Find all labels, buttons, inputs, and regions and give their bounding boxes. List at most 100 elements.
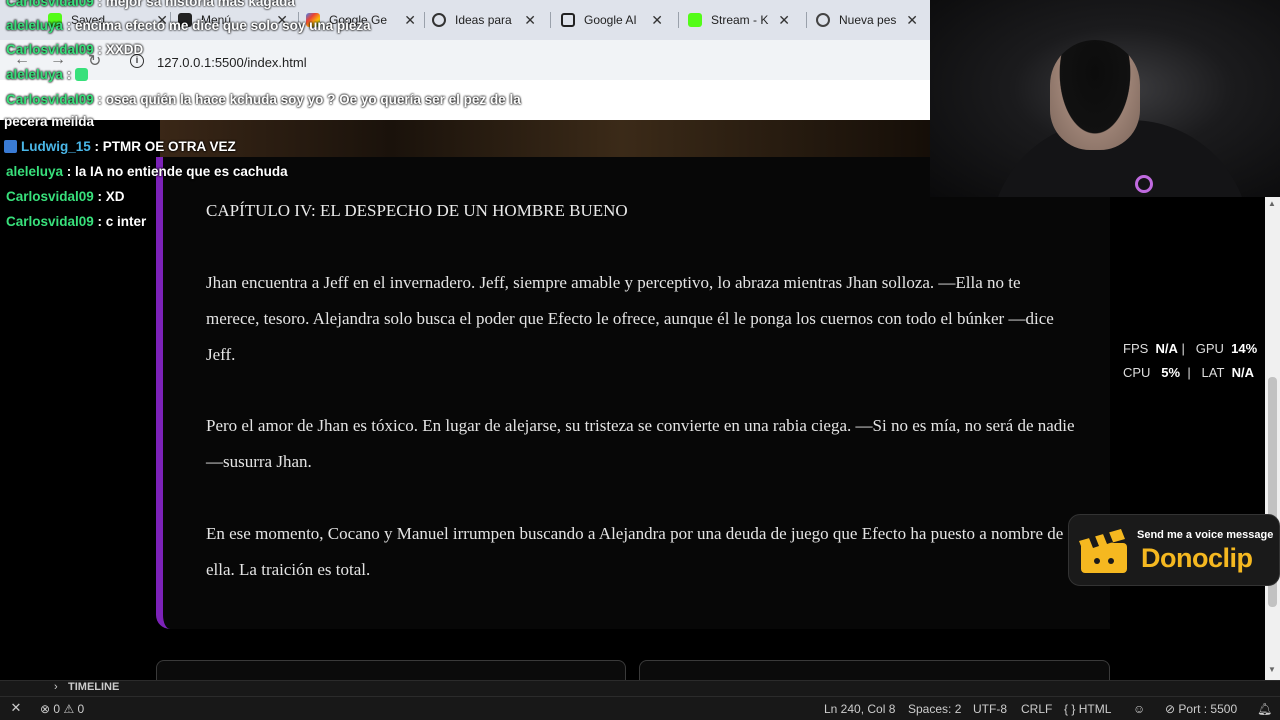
rgb-light	[1135, 175, 1153, 193]
chat-text: : XXDD	[93, 42, 144, 57]
chat-text: : osea quién la hace kchuda soy yo ? Oe …	[93, 92, 521, 107]
chat-text: : mejor sa historia mas kagada	[93, 0, 295, 9]
perf-stats-row-1: FPS N/A | GPU 14%	[1123, 341, 1258, 356]
right-panel	[1110, 197, 1265, 680]
close-icon[interactable]: ✕	[651, 12, 663, 29]
scroll-down-icon[interactable]: ▼	[1268, 665, 1276, 674]
language-mode[interactable]: { } HTML	[1064, 702, 1111, 716]
warning-count: 0	[77, 702, 85, 716]
encoding[interactable]: UTF-8	[973, 702, 1007, 716]
chat-username: Carlosvidal09	[6, 189, 94, 204]
gpu-label: GPU	[1195, 341, 1224, 356]
next-card-right	[639, 660, 1110, 680]
tab-divider	[550, 12, 551, 28]
problems-indicator[interactable]: ⊗ 0 ⚠ 0	[40, 702, 84, 716]
warning-icon: ⚠	[63, 702, 75, 716]
language-label: HTML	[1078, 702, 1112, 716]
chat-text: : encima efecto me dice que solo soy una…	[63, 18, 371, 33]
chat-username: Ludwig_15	[21, 139, 91, 154]
close-icon[interactable]: ✕	[906, 12, 918, 29]
chat-username: aleleluya	[6, 164, 64, 179]
chapter-title: CAPÍTULO IV: EL DESPECHO DE UN HOMBRE BU…	[206, 201, 628, 220]
cpu-label: CPU	[1123, 365, 1151, 380]
chat-username: aleleluya	[6, 18, 64, 33]
chat-text: : la IA no entiende que es cachuda	[63, 164, 288, 179]
close-icon[interactable]: ✕	[404, 12, 416, 29]
chat-text: : XD	[93, 189, 125, 204]
lat-label: LAT	[1201, 365, 1225, 380]
scroll-up-icon[interactable]: ▲	[1268, 199, 1276, 208]
close-icon[interactable]: ✕	[778, 12, 790, 29]
indentation[interactable]: Spaces: 2	[908, 702, 961, 716]
tab-label: Ideas para	[455, 13, 512, 27]
port-label: Port : 5500	[1178, 702, 1238, 716]
live-server-port[interactable]: ⊘ Port : 5500	[1165, 702, 1237, 716]
braces-icon: { }	[1064, 702, 1076, 716]
chat-text: : PTMR OE OTRA VEZ	[90, 139, 236, 154]
chat-username: Carlosvidal09	[6, 214, 94, 229]
donoclip-tagline: Send me a voice message	[1137, 529, 1274, 541]
clapperboard-icon	[1079, 529, 1127, 573]
chat-text: pecera meilda	[4, 114, 95, 129]
copilot-icon[interactable]: ☺	[1133, 702, 1145, 716]
kick-icon	[688, 13, 702, 27]
url-input[interactable]: 127.0.0.1:5500/index.html	[157, 55, 307, 70]
chat-message: Carlosvidal09 : osea quién la hace kchud…	[6, 92, 521, 107]
tab-stream-kick[interactable]: Stream - K ✕	[688, 6, 790, 34]
chat-message: Carlosvidal09 : c inter	[6, 214, 146, 229]
chat-message: aleleluya : la IA no entiende que es cac…	[6, 164, 288, 179]
chat-text: :	[63, 67, 76, 82]
chevron-right-icon[interactable]: ›	[54, 681, 58, 693]
chapter-paragraph: Pero el amor de Jhan es tóxico. En lugar…	[206, 416, 1075, 471]
chatgpt-icon	[432, 13, 446, 27]
lat-value: N/A	[1231, 365, 1255, 380]
chat-message: Ludwig_15 : PTMR OE OTRA VEZ	[4, 139, 236, 154]
perf-stats-row-2: CPU 5% | LAT N/A	[1123, 365, 1255, 380]
timeline-panel[interactable]	[0, 680, 1280, 696]
chat-username: aleleluya	[6, 67, 64, 82]
tab-divider	[806, 12, 807, 28]
tab-divider	[424, 12, 425, 28]
fps-label: FPS	[1123, 341, 1149, 356]
page-scrollbar[interactable]: ▲ ▼	[1265, 197, 1280, 680]
remote-icon[interactable]: ✕	[0, 696, 32, 720]
close-icon[interactable]: ✕	[524, 12, 536, 29]
gpu-value: 14%	[1231, 341, 1258, 356]
fps-value: N/A	[1155, 341, 1178, 356]
webcam-feed	[930, 0, 1280, 197]
error-count: 0	[53, 702, 61, 716]
error-icon: ⊗	[40, 702, 51, 716]
line-ending[interactable]: CRLF	[1021, 702, 1052, 716]
donoclip-widget[interactable]: Send me a voice message Donoclip	[1068, 514, 1280, 586]
webcam-person-head	[1050, 40, 1140, 150]
notifications-bell-icon[interactable]: 🔔︎	[1257, 702, 1272, 716]
cursor-position[interactable]: Ln 240, Col 8	[824, 702, 895, 716]
timeline-label[interactable]: TIMELINE	[68, 681, 119, 693]
tab-label: Stream - K	[711, 13, 769, 27]
tab-ideas[interactable]: Ideas para ✕	[432, 6, 536, 34]
tab-new-tab[interactable]: Nueva pes ✕	[816, 6, 918, 34]
tab-google-ai[interactable]: Google AI ✕	[561, 6, 663, 34]
chapter-paragraph: En ese momento, Cocano y Manuel irrumpen…	[206, 524, 1064, 579]
chat-message: Carlosvidal09 : XXDD	[6, 42, 143, 57]
chat-message: aleleluya : encima efecto me dice que so…	[6, 18, 371, 33]
chat-message: Carlosvidal09 : mejor sa historia mas ka…	[6, 0, 295, 9]
broadcast-icon: ⊘	[1165, 702, 1176, 716]
cpu-value: 5%	[1161, 365, 1181, 380]
chapter-paragraph: Jhan encuentra a Jeff en el invernadero.…	[206, 273, 1054, 364]
tab-label: Google AI	[584, 13, 637, 27]
ai-studio-icon	[561, 13, 575, 27]
tab-divider	[678, 12, 679, 28]
hero-image	[160, 120, 930, 157]
chat-text: : c inter	[93, 214, 147, 229]
emote-icon	[75, 68, 89, 81]
chat-message-continued: pecera meilda	[4, 114, 94, 129]
chat-message: aleleluya :	[6, 67, 89, 82]
chat-username: Carlosvidal09	[6, 92, 94, 107]
chat-username: Carlosvidal09	[6, 42, 94, 57]
chat-message: Carlosvidal09 : XD	[6, 189, 125, 204]
donoclip-brand: Donoclip	[1141, 543, 1253, 573]
chrome-icon	[816, 13, 830, 27]
user-badge-icon	[4, 140, 17, 153]
chat-username: Carlosvidal09	[6, 0, 94, 9]
